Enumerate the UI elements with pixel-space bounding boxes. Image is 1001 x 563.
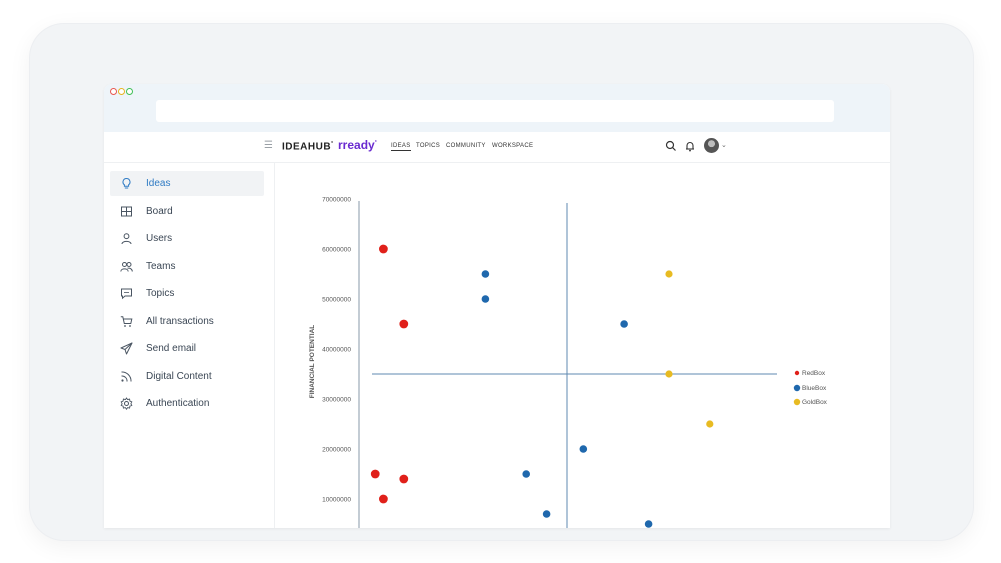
legend-label: GoldBox	[802, 399, 828, 406]
sidebar-item-label: Digital Content	[146, 371, 212, 382]
legend-label: RedBox	[802, 370, 826, 377]
data-point-goldbox[interactable]	[706, 420, 714, 428]
rready-logo[interactable]: rready°	[338, 138, 377, 152]
sidebar-item-label: Authentication	[146, 398, 210, 409]
data-point-bluebox[interactable]	[620, 320, 628, 328]
y-tick-label: 50000000	[322, 297, 351, 304]
browser-window: ☰ IDEAHUB° rready° IDEAS TOPICS COMMUNIT…	[104, 84, 890, 528]
sidebar-item-label: Teams	[146, 261, 176, 272]
hamburger-icon[interactable]: ☰	[264, 140, 273, 151]
user-icon	[121, 233, 132, 245]
scatter-chart: 70000000 60000000 50000000 40000000 30000000…	[309, 197, 890, 528]
rss-icon	[121, 371, 132, 382]
window-minimize-button[interactable]	[118, 88, 125, 95]
sidebar-item-send-email[interactable]: Send email	[110, 336, 264, 361]
data-point-redbox[interactable]	[399, 319, 409, 329]
data-point-redbox[interactable]	[379, 244, 388, 254]
avatar[interactable]	[704, 138, 719, 153]
y-tick-label: 20000000	[322, 447, 351, 454]
y-tick-label: 70000000	[322, 197, 351, 204]
data-point-goldbox[interactable]	[665, 270, 673, 278]
y-tick-label: 30000000	[322, 397, 351, 404]
sidebar-item-topics[interactable]: Topics	[110, 281, 264, 306]
browser-chrome	[104, 84, 890, 132]
data-point-redbox[interactable]	[399, 474, 409, 484]
nav-ideas[interactable]: IDEAS	[391, 143, 411, 151]
data-point-bluebox[interactable]	[522, 470, 530, 478]
legend-marker	[794, 370, 800, 376]
y-tick-label: 60000000	[322, 247, 351, 254]
cart-icon	[120, 316, 133, 327]
sidebar-item-users[interactable]: Users	[110, 226, 264, 251]
sidebar: Ideas Board Users Teams Topics All trans…	[104, 163, 275, 528]
sidebar-item-board[interactable]: Board	[110, 199, 264, 224]
chat-icon	[121, 288, 132, 300]
window-close-button[interactable]	[110, 88, 117, 95]
nav-workspace[interactable]: WORKSPACE	[492, 143, 533, 149]
nav-community[interactable]: COMMUNITY	[446, 143, 486, 149]
lightbulb-icon	[122, 177, 131, 189]
sidebar-item-label: Users	[146, 233, 173, 244]
legend-label: BlueBox	[802, 385, 827, 392]
data-point-bluebox[interactable]	[579, 445, 588, 453]
sidebar-item-label: Ideas	[146, 178, 171, 189]
sidebar-item-teams[interactable]: Teams	[110, 254, 264, 279]
data-point-goldbox[interactable]	[665, 370, 673, 378]
y-tick-label: 40000000	[322, 347, 351, 354]
team-icon	[120, 262, 133, 272]
sidebar-item-ideas[interactable]: Ideas	[110, 171, 264, 196]
sidebar-item-label: Board	[146, 206, 173, 217]
top-navigation: ☰ IDEAHUB° rready° IDEAS TOPICS COMMUNIT…	[104, 132, 890, 163]
data-point-redbox[interactable]	[379, 494, 388, 504]
search-icon[interactable]	[664, 139, 678, 153]
ideahub-logo[interactable]: IDEAHUB°	[282, 141, 334, 152]
sidebar-item-label: All transactions	[146, 316, 214, 327]
board-icon	[121, 206, 132, 217]
data-point-bluebox[interactable]	[542, 510, 551, 518]
sidebar-item-authentication[interactable]: Authentication	[110, 391, 264, 416]
chart-area: 70000000 60000000 50000000 40000000 30000000…	[275, 163, 890, 528]
send-icon	[120, 342, 133, 355]
legend-clip	[828, 358, 890, 418]
chevron-down-icon[interactable]: ⌄	[721, 141, 727, 149]
bell-icon[interactable]	[683, 139, 697, 153]
legend-marker	[793, 398, 801, 406]
sidebar-item-all-transactions[interactable]: All transactions	[110, 309, 264, 334]
data-point-bluebox[interactable]	[481, 270, 490, 278]
address-bar[interactable]	[156, 100, 834, 122]
window-maximize-button[interactable]	[126, 88, 133, 95]
legend-marker	[793, 384, 801, 392]
sidebar-item-label: Send email	[146, 343, 197, 354]
data-point-bluebox[interactable]	[644, 520, 653, 528]
gear-icon	[120, 397, 133, 410]
nav-topics[interactable]: TOPICS	[416, 143, 440, 149]
sidebar-item-label: Topics	[146, 288, 175, 299]
data-point-redbox[interactable]	[370, 469, 380, 479]
y-axis-label: FINANCIAL POTENTIAL	[309, 325, 316, 399]
data-point-bluebox[interactable]	[481, 295, 490, 303]
y-tick-label: 10000000	[322, 497, 351, 504]
sidebar-item-digital-content[interactable]: Digital Content	[110, 364, 264, 389]
